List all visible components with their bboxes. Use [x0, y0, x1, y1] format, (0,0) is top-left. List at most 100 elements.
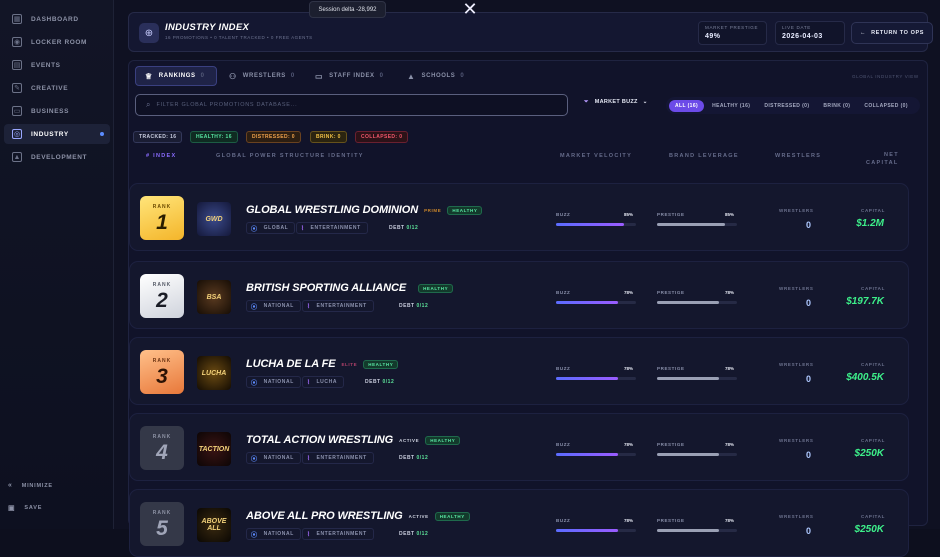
promotion-name[interactable]: ABOVE ALL PRO WRESTLING ACTIVE HEALTHY [246, 510, 470, 522]
filter-collapsed[interactable]: COLLAPSED (0) [858, 100, 914, 112]
buzz-bar [556, 223, 636, 226]
filter-distressed[interactable]: DISTRESSED (0) [758, 100, 815, 112]
scope-tag: ⦿ GLOBAL [246, 222, 296, 234]
location-pin-icon: ⦿ [251, 380, 258, 387]
table-row[interactable]: RANK 5 ABOVE ALL ABOVE ALL PRO WRESTLING… [129, 489, 909, 557]
prestige-label: PRESTIGE [657, 212, 685, 217]
pulse-icon: ⌇ [301, 225, 305, 232]
table-row[interactable]: RANK 1 GWD GLOBAL WRESTLING DOMINION PRIM… [129, 183, 909, 251]
column-capital-line2: CAPITAL [866, 160, 899, 166]
promotion-name[interactable]: LUCHA DE LA FE ELITE HEALTHY [246, 358, 399, 370]
scope-tag: ⦿ NATIONAL [246, 452, 301, 464]
rank-badge: RANK 1 [140, 196, 184, 240]
sidebar-item-events[interactable]: ▤ EVENTS [4, 55, 110, 75]
style-tag: ⌇ ENTERTAINMENT [302, 528, 374, 540]
buzz-bar-fill [556, 301, 619, 304]
sidebar-item-dashboard[interactable]: ▦ DASHBOARD [4, 9, 110, 29]
brink-badge: BRINK: 0 [310, 131, 347, 143]
prestige-bar-fill [657, 223, 725, 226]
rank-badge: RANK 4 [140, 426, 184, 470]
briefcase-icon: ▭ [315, 71, 324, 81]
minimize-button[interactable]: «MINIMIZE [8, 482, 53, 489]
tab-schools[interactable]: ▲ SCHOOLS 0 [398, 66, 478, 86]
distressed-badge: DISTRESSED: 0 [246, 131, 301, 143]
prestige-value: 85% [725, 212, 735, 217]
globe-icon: ◎ [12, 129, 22, 139]
buzz-bar-fill [556, 223, 624, 226]
filter-all[interactable]: ALL (16) [669, 99, 705, 112]
table-row[interactable]: RANK 3 LUCHA LUCHA DE LA FE ELITE HEALTHY … [129, 337, 909, 405]
graduation-cap-icon: ▲ [12, 152, 22, 162]
filter-healthy[interactable]: HEALTHY (16) [706, 100, 756, 112]
page-title: INDUSTRY INDEX [165, 22, 250, 33]
wrestlers-label: WRESTLERS [779, 362, 814, 367]
table-row[interactable]: RANK 4 TACTION TOTAL ACTION WRESTLING ACT… [129, 413, 909, 481]
collapsed-badge: COLLAPSED: 0 [355, 131, 409, 143]
filter-brink[interactable]: BRINK (0) [817, 100, 856, 112]
return-to-ops-button[interactable]: ← RETURN TO OPS [851, 22, 933, 44]
debt-value: DEBT 0/12 [365, 379, 395, 385]
trophy-icon: ♕ [145, 71, 153, 81]
capital-label: CAPITAL [861, 362, 886, 367]
sidebar-item-label: DEVELOPMENT [31, 153, 88, 161]
prestige-value: 78% [725, 442, 735, 447]
promotion-logo: GWD [197, 202, 231, 236]
debt-value: DEBT 0/12 [399, 455, 429, 461]
scope-tag: ⦿ NATIONAL [246, 376, 301, 388]
pen-icon: ✎ [12, 83, 22, 93]
promotion-name[interactable]: BRITISH SPORTING ALLIANCE HEALTHY [246, 282, 454, 294]
sidebar-item-locker-room[interactable]: ◉ LOCKER ROOM [4, 32, 110, 52]
table-row[interactable]: RANK 2 BSA BRITISH SPORTING ALLIANCE HEAL… [129, 261, 909, 329]
page-subtitle: 16 PROMOTIONS • 0 TALENT TRACKED • 0 FRE… [165, 35, 313, 40]
save-icon: ▣ [8, 505, 16, 512]
column-index: # INDEX [146, 153, 177, 159]
pulse-icon: ⌇ [307, 379, 311, 386]
buzz-bar [556, 377, 636, 380]
buzz-bar-fill [556, 529, 619, 532]
style-tag: ⌇ ENTERTAINMENT [302, 452, 374, 464]
collapse-icon: « [8, 482, 13, 489]
prestige-label: PRESTIGE [657, 442, 685, 447]
wrestlers-value: 0 [806, 374, 812, 384]
tab-rankings[interactable]: ♕ RANKINGS 0 [135, 66, 217, 86]
column-capital-line1: NET [884, 152, 899, 158]
wrestlers-value: 0 [806, 220, 812, 230]
capital-value: $1.2M [856, 218, 884, 229]
tab-wrestlers[interactable]: ⚇ WRESTLERS 0 [220, 66, 304, 86]
sidebar-item-development[interactable]: ▲ DEVELOPMENT [4, 147, 110, 167]
save-button[interactable]: ▣ SAVE [8, 504, 42, 512]
buzz-label: BUZZ [556, 212, 571, 217]
debt-value: DEBT 0/12 [399, 531, 429, 537]
tab-staff-index[interactable]: ▭ STAFF INDEX 0 [306, 66, 394, 86]
debt-value: DEBT 0/12 [389, 225, 419, 231]
buzz-value: 78% [624, 290, 634, 295]
location-pin-icon: ⦿ [251, 456, 258, 463]
sidebar-item-business[interactable]: ▭ BUSINESS [4, 101, 110, 121]
buzz-value: 78% [624, 366, 634, 371]
debt-value: DEBT 0/12 [399, 303, 429, 309]
prestige-label: PRESTIGE [657, 290, 685, 295]
active-indicator [100, 132, 104, 136]
prestige-bar [657, 301, 737, 304]
sidebar-item-label: INDUSTRY [31, 130, 69, 138]
promotion-name[interactable]: GLOBAL WRESTLING DOMINION PRIME HEALTHY [246, 204, 483, 216]
status-badge: HEALTHY [363, 359, 399, 369]
buzz-value: 78% [624, 518, 634, 523]
buzz-label: BUZZ [556, 366, 571, 371]
search-icon: ⌕ [146, 100, 151, 109]
sidebar-item-label: EVENTS [31, 61, 61, 69]
people-icon: ◉ [12, 37, 22, 47]
close-icon[interactable]: ✕ [457, 0, 483, 20]
prestige-value: 78% [725, 290, 735, 295]
search-input[interactable]: ⌕ FILTER GLOBAL PROMOTIONS DATABASE... [135, 94, 568, 116]
buzz-label: BUZZ [556, 290, 571, 295]
capital-label: CAPITAL [861, 286, 886, 291]
style-tag: ⌇ LUCHA [302, 376, 345, 388]
prestige-bar-fill [657, 301, 720, 304]
sidebar-item-industry[interactable]: ◎ INDUSTRY [4, 124, 110, 144]
sidebar-item-creative[interactable]: ✎ CREATIVE [4, 78, 110, 98]
promotion-logo: ABOVE ALL [197, 508, 231, 542]
prestige-bar [657, 377, 737, 380]
sort-dropdown[interactable]: ⏷ MARKET BUZZ ⌄ [584, 99, 648, 106]
promotion-name[interactable]: TOTAL ACTION WRESTLING ACTIVE HEALTHY [246, 434, 461, 446]
